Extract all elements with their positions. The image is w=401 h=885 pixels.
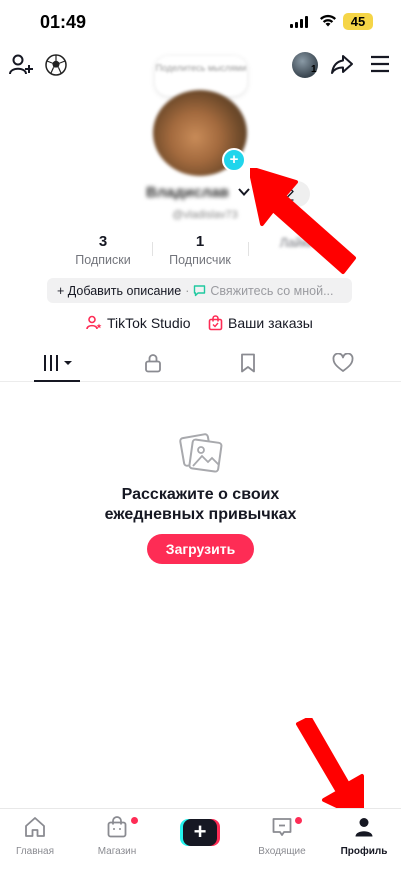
share-arrow-icon[interactable] bbox=[330, 52, 354, 76]
bio-separator: · bbox=[185, 283, 190, 298]
shop-bag-icon bbox=[107, 816, 127, 838]
likes-stat[interactable]: Лайки bbox=[247, 233, 347, 250]
pencil-icon bbox=[281, 188, 294, 201]
contact-me-link[interactable]: Свяжитесь со мной... bbox=[210, 284, 333, 298]
cellular-signal-icon bbox=[290, 16, 308, 28]
your-orders-label: Ваши заказы bbox=[228, 315, 313, 331]
profile-content-tabs bbox=[0, 345, 401, 382]
inbox-icon bbox=[272, 818, 292, 836]
inbox-notification-dot bbox=[295, 817, 302, 824]
empty-title-line1: Расскажите о своих bbox=[121, 486, 280, 503]
nav-shop-label: Магазин bbox=[97, 846, 137, 857]
add-avatar-plus-icon[interactable]: + bbox=[222, 148, 246, 172]
profile-stats: 3 Подписки 1 Подписчик Лайки bbox=[50, 233, 350, 269]
profile-icon bbox=[355, 818, 373, 837]
heart-icon[interactable] bbox=[332, 353, 354, 373]
add-description-link[interactable]: + Добавить описание bbox=[57, 284, 181, 298]
videos-grid-icon[interactable] bbox=[42, 353, 74, 373]
red-arrow-annotation-icon bbox=[296, 718, 364, 820]
create-plus-icon: + bbox=[183, 819, 217, 846]
person-plus-icon[interactable] bbox=[8, 52, 34, 78]
status-time: 01:49 bbox=[40, 12, 87, 32]
nav-inbox-label: Входящие bbox=[258, 846, 306, 857]
shop-notification-dot bbox=[131, 817, 138, 824]
profile-name[interactable]: Владислав bbox=[146, 184, 236, 201]
battery-indicator: 45 bbox=[343, 13, 373, 30]
lock-icon[interactable] bbox=[143, 353, 163, 373]
profile-links: TikTok Studio Ваши заказы bbox=[0, 315, 401, 335]
bottom-navigation: Главная Магазин + Входящие Профиль bbox=[0, 808, 401, 885]
soccer-ball-icon[interactable] bbox=[45, 54, 67, 76]
account-badge: 1 bbox=[311, 64, 317, 75]
active-tab-indicator bbox=[34, 380, 80, 382]
nav-inbox[interactable]: Входящие bbox=[247, 815, 317, 857]
empty-state-title: Расскажите о своих ежедневных привычках bbox=[0, 485, 401, 525]
photos-placeholder-icon bbox=[179, 433, 223, 473]
nav-home[interactable]: Главная bbox=[0, 815, 70, 857]
tiktok-studio-label: TikTok Studio bbox=[107, 315, 191, 331]
chat-bubble-icon bbox=[194, 285, 206, 297]
upload-button[interactable]: Загрузить bbox=[147, 534, 254, 564]
your-orders-link[interactable]: Ваши заказы bbox=[208, 315, 313, 331]
shopping-bag-icon bbox=[208, 315, 223, 331]
edit-profile-button[interactable] bbox=[265, 181, 310, 207]
nav-profile-label: Профиль bbox=[340, 846, 388, 857]
chevron-down-icon[interactable] bbox=[237, 186, 251, 198]
empty-title-line2: ежедневных привычках bbox=[104, 506, 297, 523]
following-count: 3 bbox=[98, 233, 108, 250]
following-stat[interactable]: 3 Подписки bbox=[53, 233, 153, 267]
bookmark-icon[interactable] bbox=[239, 353, 257, 373]
bio-pill[interactable]: + Добавить описание · Свяжитесь со мной.… bbox=[47, 278, 352, 303]
studio-person-star-icon bbox=[86, 315, 102, 330]
nav-shop[interactable]: Магазин bbox=[82, 815, 152, 857]
wifi-icon bbox=[320, 14, 336, 27]
followers-count: 1 bbox=[195, 233, 205, 250]
create-video-button[interactable]: + bbox=[180, 819, 220, 846]
nav-home-label: Главная bbox=[15, 846, 55, 857]
followers-label: Подписчик bbox=[169, 253, 231, 267]
home-icon bbox=[25, 817, 45, 837]
nav-profile[interactable]: Профиль bbox=[329, 815, 399, 857]
status-bar: 01:49 45 bbox=[0, 0, 401, 44]
likes-label: Лайки bbox=[279, 236, 315, 250]
profile-username: @vladislav73 bbox=[172, 209, 238, 221]
followers-stat[interactable]: 1 Подписчик bbox=[150, 233, 250, 267]
hamburger-menu-icon[interactable] bbox=[370, 55, 390, 73]
tiktok-studio-link[interactable]: TikTok Studio bbox=[86, 315, 191, 331]
following-label: Подписки bbox=[75, 253, 131, 267]
